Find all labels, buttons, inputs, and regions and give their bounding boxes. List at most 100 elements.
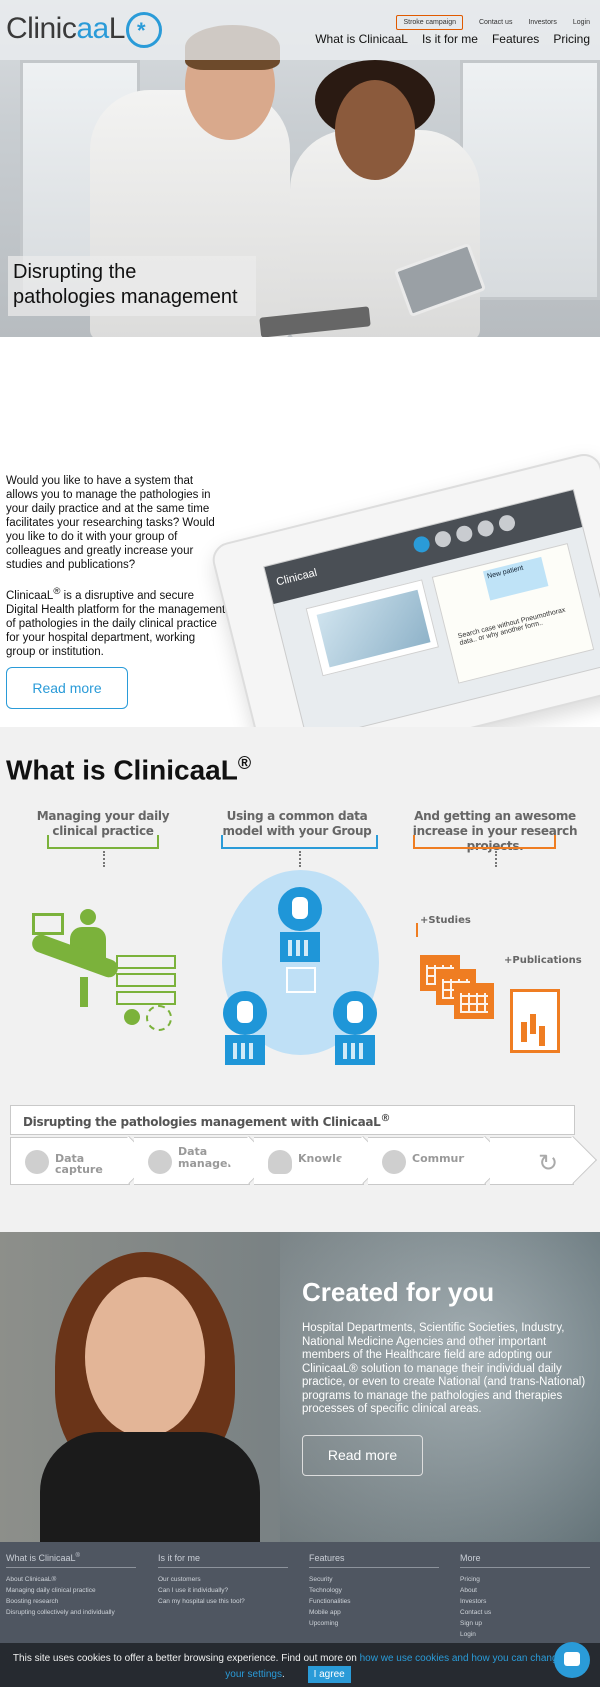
dotted-connector <box>495 851 497 867</box>
footer-link[interactable]: About ClinicaaL® <box>6 1576 136 1583</box>
footer-link[interactable]: Functionalities <box>309 1598 439 1605</box>
footer-link[interactable]: Boosting research <box>6 1598 136 1605</box>
study-sheet-icon <box>454 983 494 1019</box>
hero-section: ClinicaaL * Stroke campaign Contact us I… <box>0 0 600 337</box>
footer-link[interactable]: Sign up <box>460 1620 590 1627</box>
footer-col-is-it-for-me: Is it for me Our customers Can I use it … <box>158 1553 288 1609</box>
community-icon <box>382 1150 406 1174</box>
investors-link[interactable]: Investors <box>528 19 556 26</box>
footer-col-title: Is it for me <box>158 1553 288 1568</box>
footer-link[interactable]: Our customers <box>158 1576 288 1583</box>
handwritten-note: Search case without Pneumothorax data.. … <box>457 606 567 648</box>
network-icon <box>286 967 316 993</box>
app-icon <box>411 534 432 555</box>
footer-col-more: More Pricing About Investors Contact us … <box>460 1553 590 1642</box>
footer-link[interactable]: Contact us <box>460 1609 590 1616</box>
agree-button[interactable]: I agree <box>307 1666 351 1683</box>
hand-touch-icon <box>146 1005 172 1031</box>
hospital-icon <box>280 932 320 962</box>
doctor-portrait-body <box>40 1432 260 1542</box>
site-logo[interactable]: ClinicaaL <box>6 12 125 46</box>
read-more-button[interactable]: Read more <box>302 1435 423 1476</box>
created-for-you-section: Created for you Hospital Departments, Sc… <box>0 1232 600 1542</box>
tablet-app-logo: Clinicaal <box>275 566 319 589</box>
footer-link[interactable]: Disrupting collectively and individually <box>6 1609 136 1616</box>
read-more-button[interactable]: Read more <box>6 667 128 709</box>
hospital-icon <box>335 1035 375 1065</box>
cookie-banner: This site uses cookies to offer a better… <box>0 1643 600 1687</box>
app-icon <box>497 513 517 533</box>
footer-link[interactable]: Mobile app <box>309 1609 439 1616</box>
footer-link[interactable]: Security <box>309 1576 439 1583</box>
process-steps: Data capture Data management Knowledge C… <box>10 1135 598 1187</box>
footer-col-title: Features <box>309 1553 439 1568</box>
app-icon <box>433 529 453 549</box>
footer-link[interactable]: Managing daily clinical practice <box>6 1587 136 1594</box>
intro-section: Would you like to have a system that all… <box>0 337 600 780</box>
app-icon <box>454 524 475 544</box>
footer-col-features: Features Security Technology Functionali… <box>309 1553 439 1631</box>
process-title: Disrupting the pathologies management wi… <box>23 1113 391 1129</box>
tablet-screen: Clinicaal New patient Search case withou… <box>263 488 600 742</box>
studies-label: +Studies <box>420 915 471 926</box>
nav-is-it-for-me[interactable]: Is it for me <box>422 32 478 46</box>
what-is-section: What is ClinicaaL® Managing your daily c… <box>0 727 600 1232</box>
hero-window <box>460 60 600 300</box>
form-field-icon <box>116 973 176 987</box>
tablet-app-icons <box>411 513 517 555</box>
intro-paragraph-2: ClinicaaL® is a disruptive and secure Di… <box>6 586 226 658</box>
patient-photo <box>316 589 431 668</box>
stroke-campaign-button[interactable]: Stroke campaign <box>396 15 463 30</box>
cookie-text: This site uses cookies to offer a better… <box>8 1651 568 1683</box>
database-icon <box>25 1150 49 1174</box>
contact-us-link[interactable]: Contact us <box>479 19 512 26</box>
form-field-icon <box>116 991 176 1005</box>
main-nav: What is ClinicaaL Is it for me Features … <box>315 32 590 46</box>
refresh-icon: ↻ <box>538 1150 559 1177</box>
top-navbar: ClinicaaL * Stroke campaign Contact us I… <box>0 0 600 60</box>
doctor-portrait-face <box>85 1277 205 1437</box>
blue-bracket <box>221 835 378 849</box>
dotted-connector <box>103 851 105 867</box>
form-field-icon <box>116 955 176 969</box>
database-icon <box>333 991 377 1035</box>
app-icon <box>475 518 496 539</box>
footer-link[interactable]: About <box>460 1587 590 1594</box>
sticky-note: New patient <box>482 556 549 601</box>
green-bracket <box>47 835 159 849</box>
doctor-head-icon <box>80 909 96 925</box>
hospital-icon <box>225 1035 265 1065</box>
nav-pricing[interactable]: Pricing <box>553 32 590 46</box>
footer-col-title: More <box>460 1553 590 1568</box>
nav-features[interactable]: Features <box>492 32 539 46</box>
orange-tick <box>416 923 418 937</box>
page: ClinicaaL * Stroke campaign Contact us I… <box>0 0 600 1687</box>
footer-link[interactable]: Technology <box>309 1587 439 1594</box>
monitor-icon <box>32 913 64 935</box>
utility-links: Stroke campaign Contact us Investors Log… <box>396 15 590 30</box>
chat-icon[interactable] <box>554 1642 590 1678</box>
what-is-title: What is ClinicaaL® <box>6 753 252 786</box>
asterisk-icon[interactable]: * <box>126 12 162 48</box>
footer-link[interactable]: Upcoming <box>309 1620 439 1627</box>
tablet-card-notes: New patient Search case without Pneumoth… <box>431 543 595 684</box>
tablet-card-photo <box>305 579 440 677</box>
created-title: Created for you <box>302 1277 495 1307</box>
footer-link[interactable]: Investors <box>460 1598 590 1605</box>
touch-point-icon <box>124 1009 140 1025</box>
lightbulb-icon <box>268 1150 292 1174</box>
nav-what-is[interactable]: What is ClinicaaL <box>315 32 408 46</box>
footer-col-title: What is ClinicaaL® <box>6 1553 136 1568</box>
orange-bracket <box>413 835 556 849</box>
login-link[interactable]: Login <box>573 19 590 26</box>
process-title-box: Disrupting the pathologies management wi… <box>10 1105 575 1135</box>
publication-report-icon <box>510 989 560 1053</box>
intro-paragraph-1: Would you like to have a system that all… <box>6 475 215 571</box>
hero-caption-line1: Disrupting the <box>13 261 137 283</box>
footer-link[interactable]: Pricing <box>460 1576 590 1583</box>
footer-link[interactable]: Can I use it individually? <box>158 1587 288 1594</box>
database-icon <box>278 887 322 931</box>
footer-link[interactable]: Can my hospital use this tool? <box>158 1598 288 1605</box>
footer-link[interactable]: Login <box>460 1631 590 1638</box>
database-icon <box>223 991 267 1035</box>
